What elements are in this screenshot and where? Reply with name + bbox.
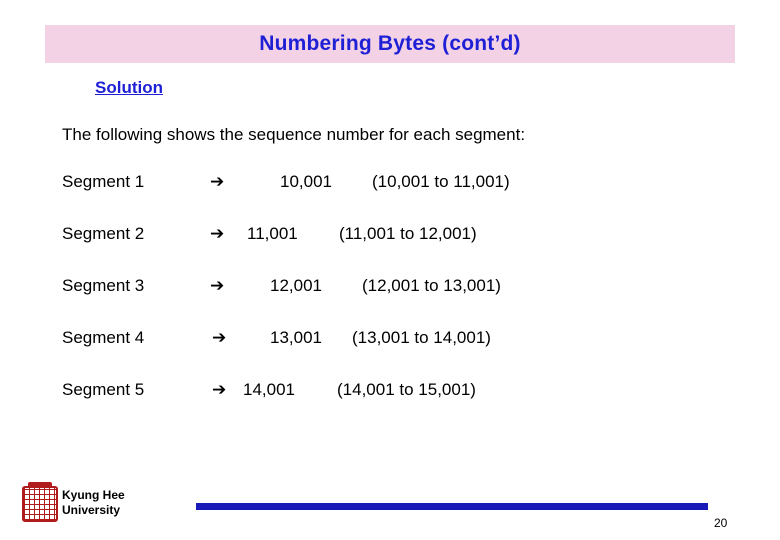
segment-number: 11,001 <box>247 224 298 243</box>
university-name-line2: University <box>62 503 121 517</box>
footer-divider <box>196 503 708 510</box>
arrow-right-icon: ➔ <box>210 172 225 192</box>
page-title: Numbering Bytes (cont’d) <box>259 32 521 55</box>
segment-number: 14,001 <box>243 380 295 399</box>
page-number: 20 <box>714 516 728 530</box>
list-item: Segment 2 ➔ 11,001 (11,001 to 12,001) <box>62 224 722 276</box>
segment-range: (11,001 to 12,001) <box>339 224 477 243</box>
segment-label: Segment 1 <box>62 172 145 191</box>
section-heading: Solution <box>95 78 163 97</box>
segment-number: 13,001 <box>270 328 322 347</box>
slide-title-banner: Numbering Bytes (cont’d) <box>45 25 735 63</box>
list-item: Segment 5 ➔ 14,001 (14,001 to 15,001) <box>62 380 722 432</box>
university-logo-icon <box>22 482 58 522</box>
intro-text: The following shows the sequence number … <box>62 125 526 144</box>
segment-number: 12,001 <box>270 276 322 295</box>
arrow-right-icon: ➔ <box>210 224 225 244</box>
segment-range: (10,001 to 11,001) <box>372 172 510 191</box>
segment-range: (13,001 to 14,001) <box>352 328 491 347</box>
arrow-right-icon: ➔ <box>212 328 227 348</box>
slide: Numbering Bytes (cont’d) Solution The fo… <box>0 0 780 540</box>
arrow-right-icon: ➔ <box>212 380 227 400</box>
segment-label: Segment 5 <box>62 380 145 399</box>
university-name-line1: Kyung Hee <box>62 488 125 502</box>
segment-label: Segment 3 <box>62 276 145 295</box>
segment-range: (14,001 to 15,001) <box>337 380 476 399</box>
university-name: Kyung Hee University <box>62 488 125 518</box>
segment-range: (12,001 to 13,001) <box>362 276 501 295</box>
segment-list: Segment 1 ➔ 10,001 (10,001 to 11,001) Se… <box>62 172 722 432</box>
segment-number: 10,001 <box>280 172 332 191</box>
arrow-right-icon: ➔ <box>210 276 225 296</box>
logo-body-shape <box>22 486 58 522</box>
segment-label: Segment 4 <box>62 328 145 347</box>
list-item: Segment 4 ➔ 13,001 (13,001 to 14,001) <box>62 328 722 380</box>
list-item: Segment 1 ➔ 10,001 (10,001 to 11,001) <box>62 172 722 224</box>
list-item: Segment 3 ➔ 12,001 (12,001 to 13,001) <box>62 276 722 328</box>
segment-label: Segment 2 <box>62 224 145 243</box>
